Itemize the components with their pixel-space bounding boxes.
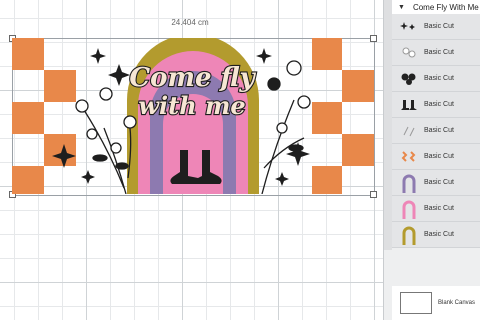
layer-label: Basic Cut [424,231,454,238]
blank-canvas-layer[interactable]: Blank Canvas [392,286,480,320]
layer-label: Basic Cut [424,49,454,56]
come-fly-with-me-design[interactable]: Come fly with me [12,38,374,194]
width-dimension-label: 24.404 cm [171,18,209,27]
lines-icon [398,120,420,142]
sparkles-icon [398,16,420,38]
checkerboard-right [312,38,374,194]
layer-label: Basic Cut [424,127,454,134]
layer-group-title: Come Fly With Me [412,2,479,12]
layer-item-pink-arch[interactable]: Basic Cut [392,196,480,222]
orange-zigzag-icon [398,146,420,168]
layer-label: Basic Cut [424,179,454,186]
layer-item-lines[interactable]: Basic Cut [392,118,480,144]
headline-line-1: Come fly [129,63,256,93]
layer-label: Basic Cut [424,153,454,160]
layer-label: Basic Cut [424,23,454,30]
blank-canvas-swatch [400,292,432,314]
flowers-black-icon [398,68,420,90]
layer-item-orange-zigzag[interactable]: Basic Cut [392,144,480,170]
layer-label: Basic Cut [424,101,454,108]
headline: Come fly with me [128,62,257,121]
layer-item-sparkles[interactable]: Basic Cut [392,14,480,40]
layer-label: Basic Cut [424,205,454,212]
layer-label: Basic Cut [424,75,454,82]
purple-arch-icon [398,172,420,194]
chevron-down-icon[interactable]: ▼ [398,4,405,11]
layer-item-witch-boots[interactable]: Basic Cut [392,92,480,118]
layer-item-flowers-black[interactable]: Basic Cut [392,66,480,92]
pink-arch-icon [398,198,420,220]
layers-panel: ▼ Come Fly With Me Basic Cut Basic Cut B… [383,0,480,320]
olive-arch-icon [398,224,420,246]
layer-item-purple-arch[interactable]: Basic Cut [392,170,480,196]
design-canvas[interactable]: 24.404 cm Come fly with me [0,0,383,320]
witch-boots-icon [398,94,420,116]
layers-panel-strip [384,0,392,250]
headline-line-2: with me [138,91,245,120]
blank-canvas-label: Blank Canvas [438,300,476,306]
checkerboard-left [12,38,76,194]
layer-group-header[interactable]: ▼ Come Fly With Me [392,0,480,15]
layer-item-flowers-white[interactable]: Basic Cut [392,40,480,66]
flowers-right [261,60,311,194]
flowers-white-icon [398,42,420,64]
layer-item-olive-arch[interactable]: Basic Cut [392,222,480,248]
